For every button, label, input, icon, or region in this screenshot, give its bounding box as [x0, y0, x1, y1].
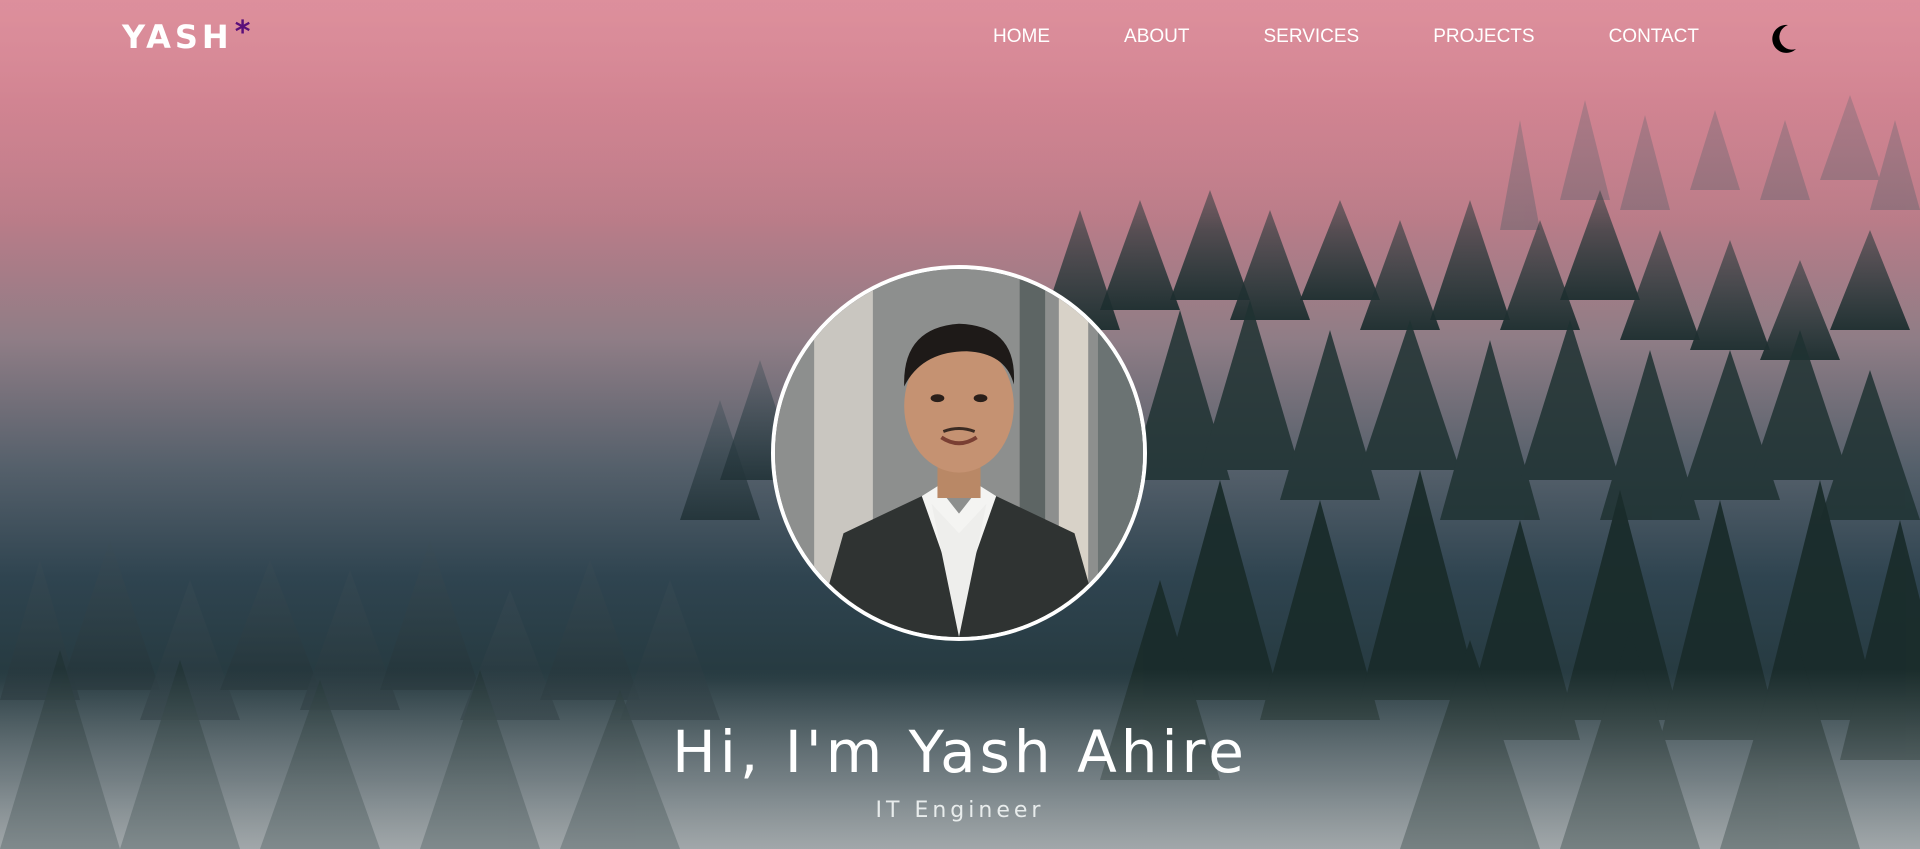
profile-photo-illustration — [775, 269, 1143, 637]
hero-role: IT Engineer — [875, 798, 1045, 823]
brand-logo[interactable]: YASH* — [122, 15, 255, 56]
nav-link-contact[interactable]: CONTACT — [1609, 26, 1699, 48]
brand-asterisk: * — [234, 15, 255, 50]
nav-link-projects[interactable]: PROJECTS — [1433, 26, 1534, 48]
nav-menu: HOME ABOUT SERVICES PROJECTS CONTACT — [993, 26, 1699, 48]
nav-link-about[interactable]: ABOUT — [1124, 26, 1189, 48]
nav-link-services[interactable]: SERVICES — [1263, 26, 1359, 48]
profile-photo — [771, 265, 1147, 641]
hero-headline: Hi, I'm Yash Ahire — [672, 718, 1248, 786]
moon-icon[interactable] — [1768, 23, 1798, 55]
hero-section: YASH* HOME ABOUT SERVICES PROJECTS CONTA… — [0, 0, 1920, 849]
brand-name: YASH — [122, 18, 233, 56]
nav-link-home[interactable]: HOME — [993, 26, 1050, 48]
top-navbar: YASH* HOME ABOUT SERVICES PROJECTS CONTA… — [0, 0, 1920, 80]
